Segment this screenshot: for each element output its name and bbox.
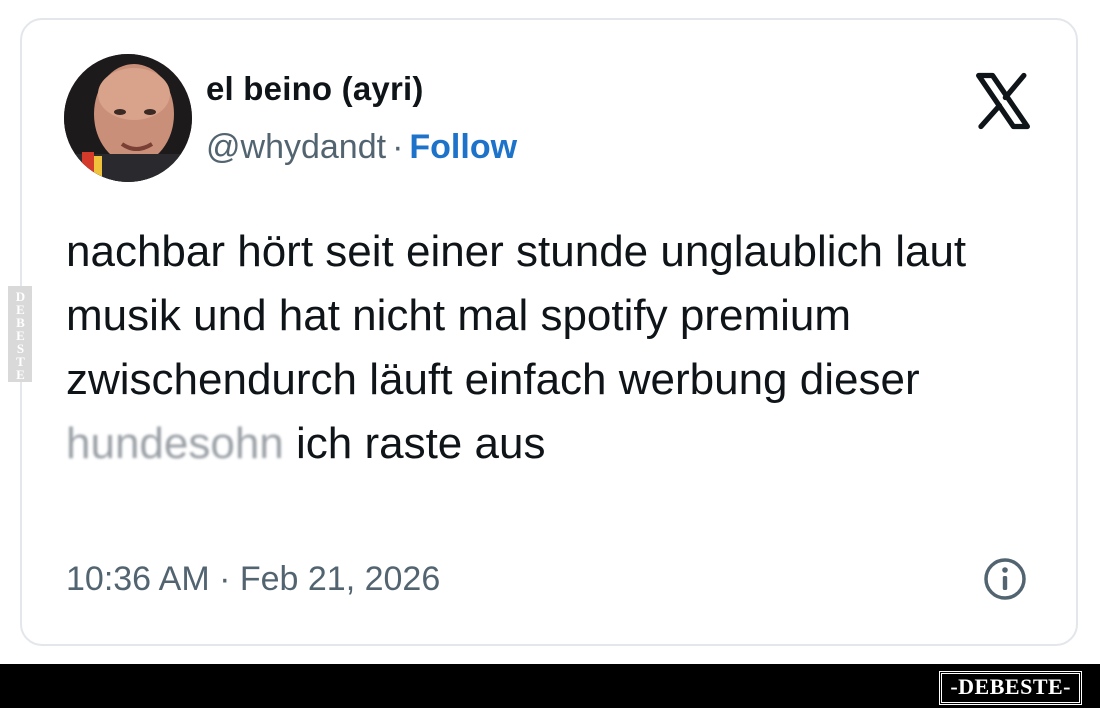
avatar[interactable] — [64, 54, 192, 182]
footer-bar: -DEBESTE- — [0, 664, 1100, 708]
tweet-text-part-2: ich raste aus — [283, 419, 546, 468]
separator-dot: · — [392, 128, 404, 166]
x-logo-icon[interactable] — [974, 72, 1032, 130]
avatar-portrait-icon — [64, 54, 192, 182]
info-icon[interactable] — [982, 556, 1028, 602]
tweet-timestamp[interactable]: 10:36 AM · Feb 21, 2026 — [66, 560, 440, 599]
follow-button[interactable]: Follow — [409, 128, 517, 166]
author-handle[interactable]: @whydandt — [206, 128, 386, 166]
censored-word: hundesohn — [66, 419, 284, 468]
side-watermark: DEBESTE — [8, 286, 32, 382]
tweet-text: nachbar hört seit einer stunde unglaubli… — [66, 220, 1056, 476]
tweet-text-part-1: nachbar hört seit einer stunde unglaubli… — [66, 227, 967, 404]
tweet-card: el beino (ayri) @whydandt · Follow nachbar… — [20, 18, 1078, 646]
author-display-name[interactable]: el beino (ayri) — [206, 70, 424, 108]
author-handle-row: @whydandt · Follow — [206, 128, 517, 167]
footer-watermark-logo: -DEBESTE- — [939, 671, 1082, 705]
